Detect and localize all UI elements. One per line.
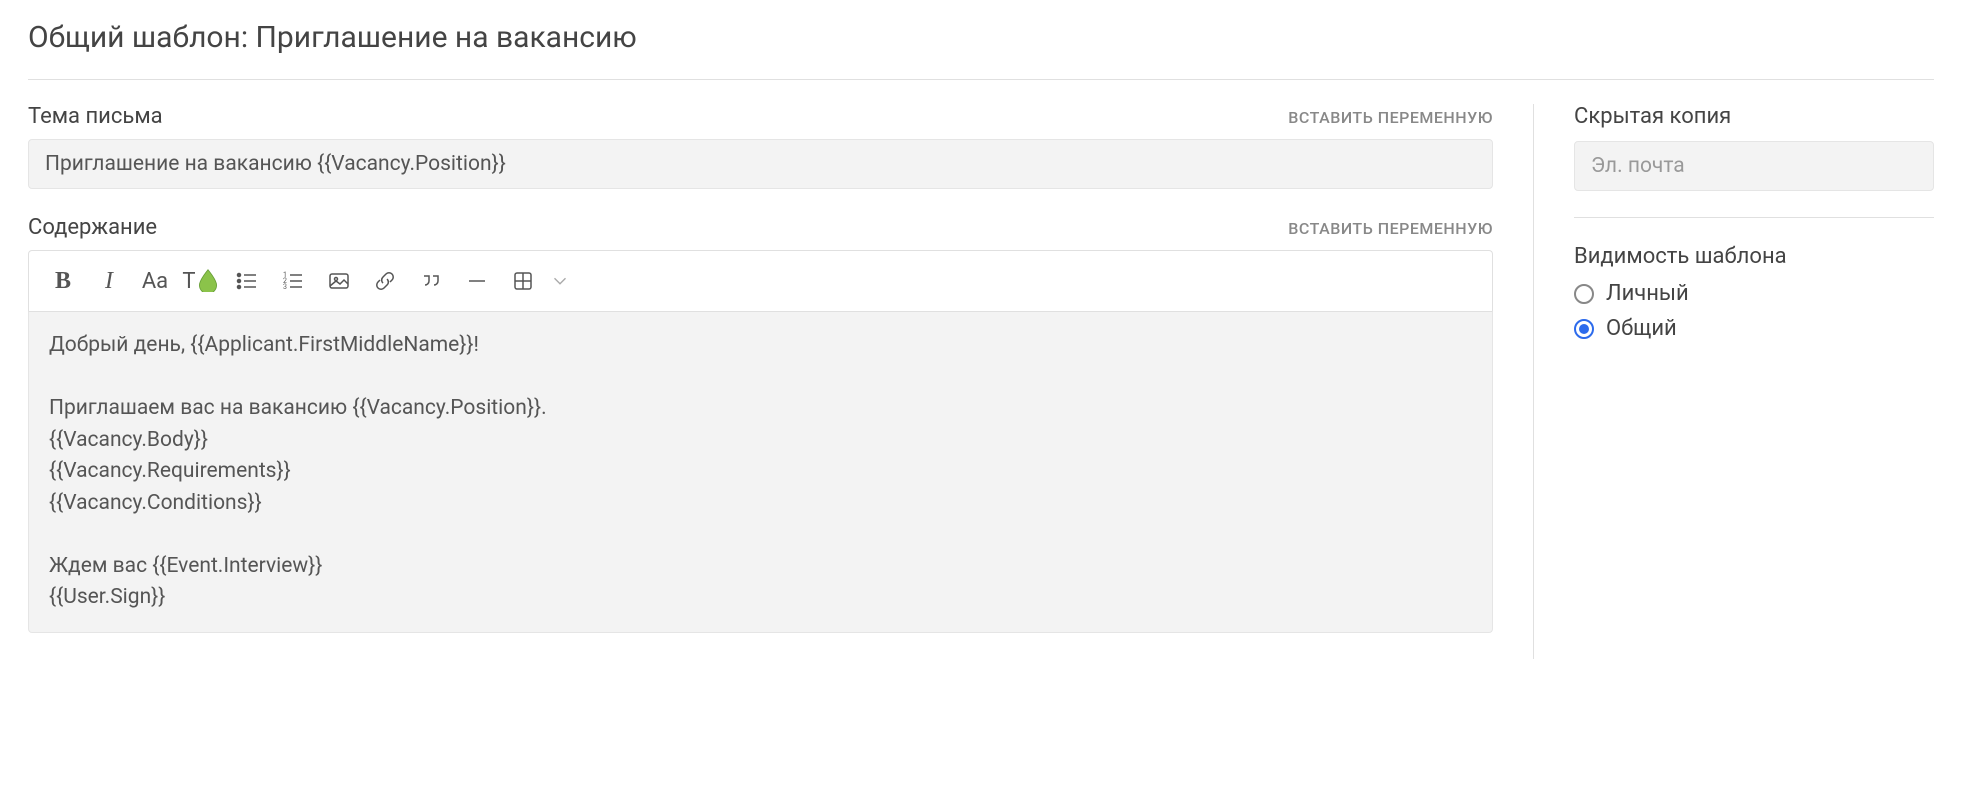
image-button[interactable] xyxy=(319,261,359,301)
bold-button[interactable]: B xyxy=(43,261,83,301)
insert-variable-content[interactable]: ВСТАВИТЬ ПЕРЕМЕННУЮ xyxy=(1288,219,1493,238)
textcolor-button[interactable]: T xyxy=(181,261,221,301)
bcc-label: Скрытая копия xyxy=(1574,104,1934,129)
table-dropdown-icon[interactable] xyxy=(549,261,571,301)
subject-label: Тема письма xyxy=(28,104,163,129)
side-divider xyxy=(1574,217,1934,218)
content-label: Содержание xyxy=(28,215,157,240)
subject-input[interactable] xyxy=(28,139,1493,189)
droplet-icon xyxy=(196,268,220,298)
visibility-personal-option[interactable]: Личный xyxy=(1574,281,1934,306)
table-button[interactable] xyxy=(503,261,543,301)
divider xyxy=(28,79,1934,80)
visibility-shared-option[interactable]: Общий xyxy=(1574,316,1934,341)
editor-toolbar: B I Aa T 123 xyxy=(28,250,1493,311)
insert-variable-subject[interactable]: ВСТАВИТЬ ПЕРЕМЕННУЮ xyxy=(1288,108,1493,127)
page-title: Общий шаблон: Приглашение на вакансию xyxy=(28,20,1934,55)
svg-text:3: 3 xyxy=(283,283,287,291)
visibility-shared-label: Общий xyxy=(1606,316,1677,341)
visibility-label: Видимость шаблона xyxy=(1574,244,1934,269)
quote-button[interactable] xyxy=(411,261,451,301)
bullet-list-button[interactable] xyxy=(227,261,267,301)
bcc-input[interactable] xyxy=(1574,141,1934,191)
radio-icon xyxy=(1574,284,1594,304)
textcolor-label: T xyxy=(182,269,195,294)
content-editor[interactable]: Добрый день, {{Applicant.FirstMiddleName… xyxy=(28,311,1493,633)
numbered-list-button[interactable]: 123 xyxy=(273,261,313,301)
italic-button[interactable]: I xyxy=(89,261,129,301)
radio-icon-checked xyxy=(1574,319,1594,339)
link-button[interactable] xyxy=(365,261,405,301)
visibility-personal-label: Личный xyxy=(1606,281,1689,306)
fontsize-button[interactable]: Aa xyxy=(135,261,175,301)
horizontal-rule-button[interactable] xyxy=(457,261,497,301)
